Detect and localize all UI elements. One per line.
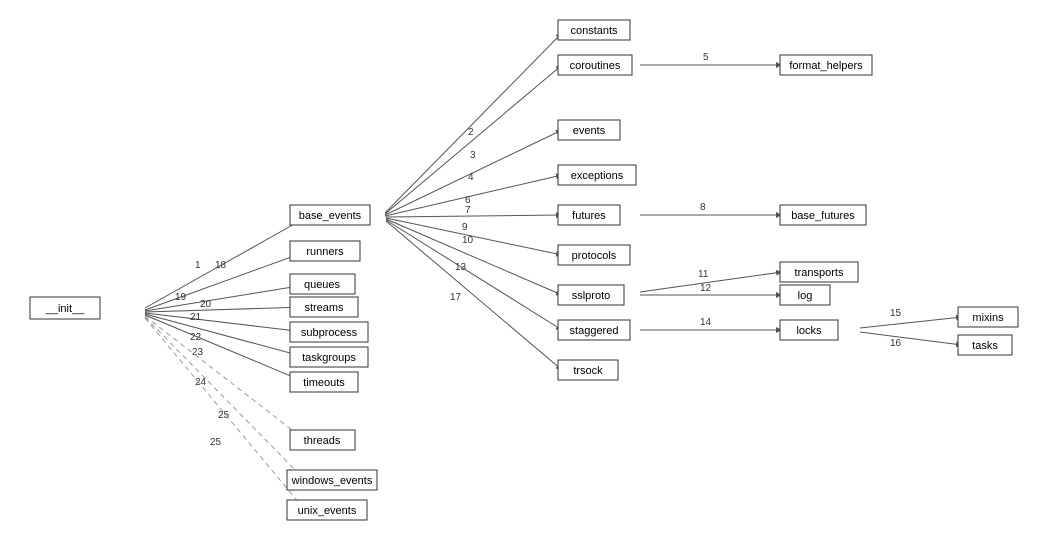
svg-text:3: 3: [470, 150, 476, 161]
label-sslproto: sslproto: [572, 290, 611, 302]
svg-text:9: 9: [462, 222, 468, 233]
label-mixins: mixins: [972, 312, 1004, 324]
label-queues: queues: [304, 279, 341, 291]
svg-text:20: 20: [200, 299, 212, 310]
label-locks: locks: [796, 325, 822, 337]
svg-text:25: 25: [210, 437, 222, 448]
label-staggered: staggered: [570, 325, 619, 337]
label-base-events: base_events: [299, 210, 362, 222]
label-windows-events: windows_events: [291, 475, 373, 487]
svg-text:11: 11: [698, 269, 709, 280]
svg-text:12: 12: [700, 283, 712, 294]
svg-text:18: 18: [215, 260, 227, 271]
label-base-futures: base_futures: [791, 210, 855, 222]
label-unix-events: unix_events: [298, 505, 357, 517]
label-format-helpers: format_helpers: [789, 60, 863, 72]
label-constants: constants: [570, 25, 618, 37]
label-coroutines: coroutines: [570, 60, 621, 72]
svg-text:8: 8: [700, 202, 706, 213]
label-trsock: trsock: [573, 365, 603, 377]
svg-text:21: 21: [190, 312, 202, 323]
svg-text:10: 10: [462, 235, 474, 246]
label-taskgroups: taskgroups: [302, 352, 356, 364]
label-transports: transports: [795, 267, 844, 279]
svg-text:14: 14: [700, 317, 712, 328]
svg-text:4: 4: [468, 172, 474, 183]
label-runners: runners: [306, 246, 344, 258]
label-subprocess: subprocess: [301, 327, 358, 339]
svg-text:5: 5: [703, 52, 709, 63]
label-events: events: [573, 125, 606, 137]
label-log: log: [798, 290, 813, 302]
svg-text:16: 16: [890, 338, 902, 349]
label-init: __init__: [45, 303, 85, 315]
label-futures: futures: [572, 210, 606, 222]
label-streams: streams: [304, 302, 344, 314]
svg-text:7: 7: [465, 205, 471, 216]
label-threads: threads: [304, 435, 341, 447]
label-protocols: protocols: [572, 250, 617, 262]
svg-text:17: 17: [450, 292, 462, 303]
svg-text:19: 19: [175, 292, 187, 303]
svg-text:2: 2: [468, 127, 474, 138]
svg-text:1: 1: [195, 260, 201, 271]
label-timeouts: timeouts: [303, 377, 345, 389]
label-tasks: tasks: [972, 340, 998, 352]
svg-text:15: 15: [890, 308, 902, 319]
label-exceptions: exceptions: [571, 170, 624, 182]
svg-text:25: 25: [218, 410, 230, 421]
